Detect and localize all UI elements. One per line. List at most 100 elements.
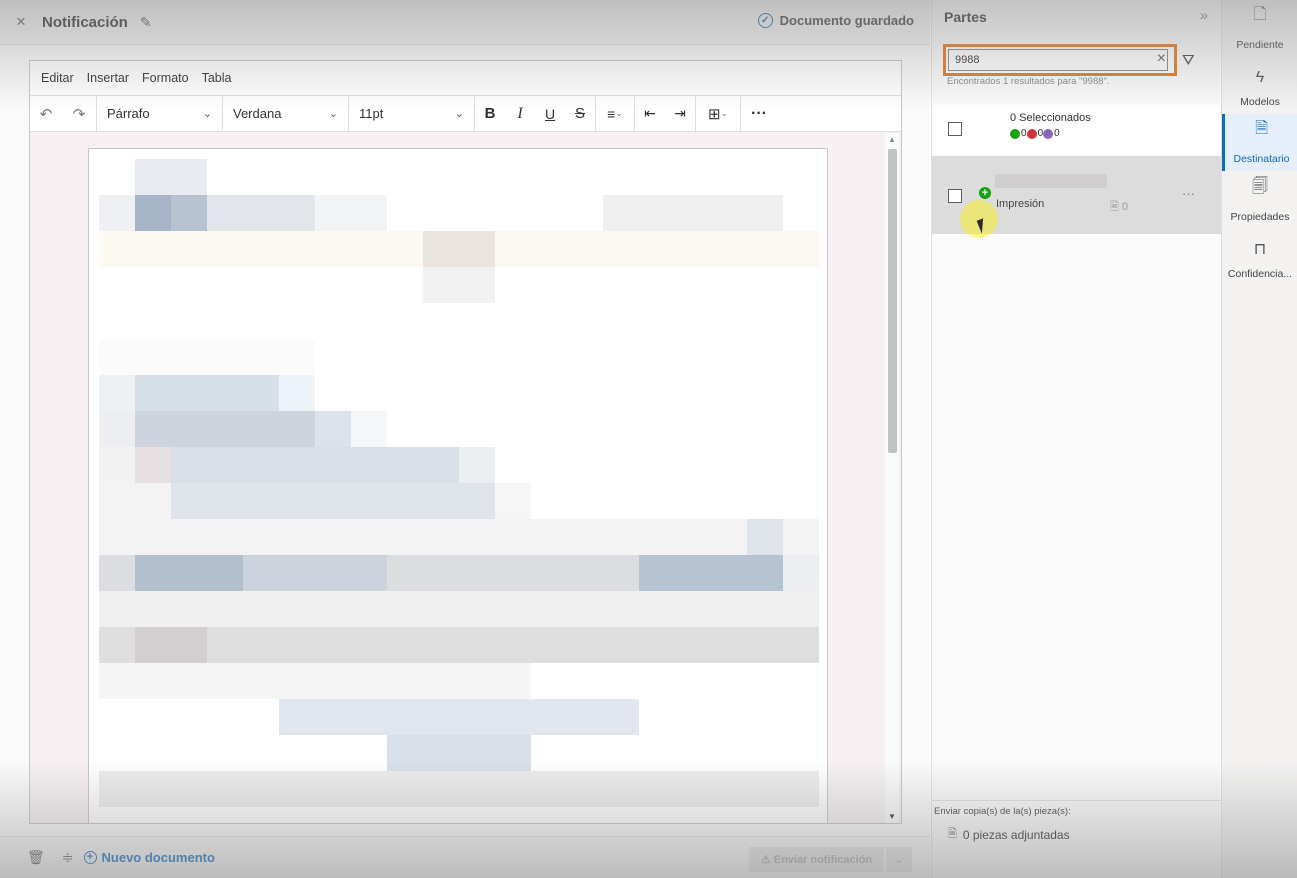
sliders-icon[interactable]: ≑	[62, 849, 74, 866]
editor-canvas: ▲ ▼	[30, 133, 901, 823]
trash-icon[interactable]: 🗑	[27, 849, 45, 866]
menu-table[interactable]: Tabla	[202, 71, 232, 85]
redacted-content	[135, 447, 171, 483]
check-circle-icon: ✓	[757, 13, 773, 28]
divider	[932, 800, 1221, 801]
redacted-content	[747, 519, 783, 555]
rail-item-label: Propiedades	[1230, 211, 1290, 223]
rail-item-recipient[interactable]: 🗎 Destinatario	[1222, 114, 1297, 171]
redacted-content	[135, 627, 207, 663]
rail-item-label: Pendiente	[1236, 39, 1284, 51]
redo-icon[interactable]: ↷	[62, 96, 96, 132]
redacted-content	[99, 195, 135, 231]
page-title: Notificación	[42, 13, 128, 31]
list-item[interactable]: + Impresión 🗎 0 ···	[932, 156, 1221, 238]
close-icon[interactable]: ×	[0, 12, 42, 32]
redacted-content	[423, 267, 495, 303]
redacted-content	[315, 411, 351, 447]
italic-icon[interactable]: I	[505, 96, 535, 132]
redacted-content	[171, 447, 459, 483]
added-icon	[1010, 128, 1020, 139]
lock-icon: ⊓	[1253, 241, 1267, 258]
selection-summary-row: 0 Seleccionados 0 0 0	[932, 104, 1221, 154]
selection-stats: 0 0 0	[1010, 128, 1060, 139]
block-format-select[interactable]: Párrafo ⌄	[97, 96, 222, 132]
new-document-label: Nuevo documento	[101, 850, 215, 865]
removed-icon	[1026, 128, 1037, 139]
redacted-content	[99, 339, 315, 375]
search-input[interactable]	[948, 49, 1168, 71]
redacted-content	[279, 699, 639, 735]
scroll-up-icon[interactable]: ▲	[888, 135, 896, 144]
editor-menubar: Editar Insertar Formato Tabla	[30, 61, 901, 96]
scrollbar-thumb[interactable]	[888, 149, 897, 453]
editor-pane: × Notificación ✎ ✓ Documento guardado Ed…	[0, 0, 930, 878]
search-box: ×	[943, 44, 1177, 76]
rail-item-pending[interactable]: 🗋 Pendiente	[1222, 0, 1297, 57]
plus-circle-icon: +	[83, 851, 97, 864]
editor-header: × Notificación ✎ ✓ Documento guardado	[0, 0, 930, 45]
font-size-select[interactable]: 11pt ⌄	[349, 96, 474, 132]
underline-icon[interactable]: U	[535, 96, 565, 132]
redacted-content	[351, 411, 387, 447]
party-checkbox[interactable]	[948, 189, 962, 203]
redacted-content	[279, 375, 315, 411]
save-status: ✓ Documento guardado	[757, 13, 914, 28]
new-document-button[interactable]: + Nuevo documento	[83, 850, 215, 865]
redacted-content	[495, 483, 531, 519]
strikethrough-icon[interactable]: S	[565, 96, 595, 132]
redacted-content	[99, 483, 171, 519]
rail-item-confidentiality[interactable]: ⊓ Confidencia...	[1222, 229, 1297, 286]
send-notification-button[interactable]: ⚠ Enviar notificación	[749, 847, 884, 872]
redacted-content	[99, 519, 819, 555]
chevron-down-icon: ⌄	[454, 108, 464, 120]
font-size-value: 11pt	[359, 106, 384, 121]
clear-icon[interactable]: ×	[1157, 50, 1166, 68]
scroll-down-icon[interactable]: ▼	[888, 812, 896, 821]
bold-icon[interactable]: B	[475, 96, 505, 132]
redacted-content	[207, 195, 315, 231]
properties-document-icon: 🗐	[1252, 178, 1268, 195]
menu-format[interactable]: Formato	[142, 71, 189, 85]
redacted-content	[99, 447, 135, 483]
menu-edit[interactable]: Editar	[41, 71, 74, 85]
collapse-icon[interactable]: »	[1200, 7, 1208, 24]
indent-icon[interactable]: ⇥	[665, 96, 695, 132]
add-circle-icon[interactable]: +	[979, 187, 991, 199]
redacted-content	[315, 195, 387, 231]
chevron-down-icon[interactable]: ⌄	[886, 847, 912, 872]
select-all-checkbox[interactable]	[948, 122, 962, 136]
app-window: × Notificación ✎ ✓ Documento guardado Ed…	[0, 0, 1297, 878]
align-dropdown-icon[interactable]: ≡ ⌄	[596, 96, 634, 132]
rail-item-models[interactable]: ϟ Modelos	[1222, 57, 1297, 114]
menu-insert[interactable]: Insertar	[87, 71, 129, 85]
other-count: 0	[1054, 128, 1060, 139]
rail-item-properties[interactable]: 🗐 Propiedades	[1222, 172, 1297, 229]
editor-toolbar: ↶ ↷ Párrafo ⌄ Verdana ⌄ 11pt ⌄ B I U S ≡…	[30, 95, 901, 132]
redacted-content	[99, 375, 135, 411]
redacted-content	[423, 231, 495, 267]
redacted-content	[135, 555, 243, 591]
party-type: Impresión	[996, 198, 1045, 210]
editor-scrollbar[interactable]: ▲ ▼	[885, 133, 899, 823]
undo-icon[interactable]: ↶	[30, 96, 62, 132]
party-pieces: 🗎 0	[1110, 201, 1129, 213]
font-family-select[interactable]: Verdana ⌄	[223, 96, 348, 132]
recipient-document-icon: 🗎	[1255, 120, 1268, 137]
more-options-icon[interactable]: ···	[1182, 186, 1195, 201]
document-page[interactable]	[88, 148, 828, 823]
editor-footer: 🗑 ≑ + Nuevo documento ⚠ Enviar notificac…	[0, 836, 930, 878]
clock-document-icon: 🗋	[1253, 6, 1267, 23]
redacted-content	[135, 411, 315, 447]
rich-text-editor: Editar Insertar Formato Tabla ↶ ↷ Párraf…	[29, 60, 902, 824]
pencil-icon[interactable]: ✎	[140, 14, 152, 31]
outdent-icon[interactable]: ⇤	[635, 96, 665, 132]
filter-icon[interactable]: ⛛	[1182, 52, 1195, 69]
font-family-value: Verdana	[233, 106, 282, 121]
redacted-content	[783, 555, 819, 591]
redacted-content	[135, 159, 207, 195]
chevron-down-icon: ⌄	[202, 108, 212, 120]
table-dropdown-icon[interactable]: ⊞ ⌄	[696, 96, 740, 132]
attached-pieces[interactable]: 🗎 0 piezas adjuntadas	[948, 825, 1070, 844]
more-options-icon[interactable]: ···	[741, 96, 777, 132]
